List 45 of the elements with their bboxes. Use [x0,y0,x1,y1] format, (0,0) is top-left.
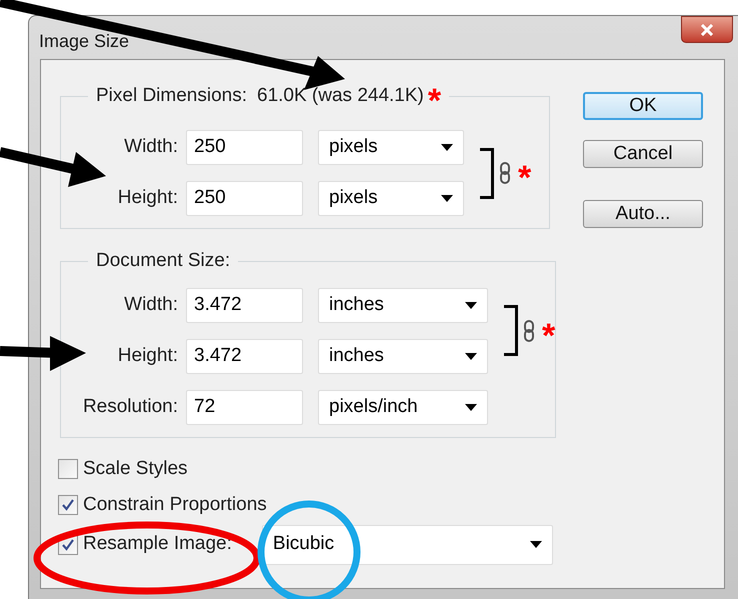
field-label: Width: [123,135,178,160]
close-button[interactable] [681,16,733,43]
link-bracket [480,148,494,198]
check-icon [61,498,75,512]
text-input[interactable]: 72 [186,390,303,424]
window-title: Image Size [39,30,130,53]
chain-link-icon [524,320,534,342]
checkbox-label: Constrain Proportions [83,495,267,514]
checkbox[interactable] [58,494,78,514]
dropdown-arrow-icon [465,352,477,360]
field-label: Height: [116,186,178,210]
dialog-button[interactable]: OK [583,92,703,120]
text-input[interactable]: 250 [186,181,303,216]
dropdown-arrow-icon [465,302,477,308]
unit-dropdown[interactable]: pixels/inch [318,390,488,424]
group-title: Document Size: [96,249,230,273]
dropdown-arrow-icon [441,144,453,151]
text-input[interactable]: 250 [186,130,303,165]
checkbox[interactable] [58,458,78,478]
resample-dropdown[interactable]: Bicubic [262,524,553,564]
chain-link-icon [500,162,510,184]
unit-dropdown[interactable]: pixels [318,130,464,165]
text-input[interactable]: 3.472 [186,338,303,374]
dialog-button[interactable]: Auto... [583,200,703,228]
checkbox-label: Resample Image: [83,532,232,556]
unit-dropdown[interactable]: inches [318,288,488,322]
dropdown-arrow-icon [441,195,453,202]
checkbox-label: Scale Styles [83,459,188,478]
close-icon [700,24,714,36]
pixel-size-value: 61.0K (was 244.1K) [257,84,424,108]
unit-dropdown[interactable]: inches [318,338,488,374]
group-title: Pixel Dimensions: [96,84,247,108]
unit-dropdown[interactable]: pixels [318,181,464,216]
dropdown-arrow-icon [465,404,477,410]
field-label: Resolution: [82,394,178,419]
dropdown-arrow-icon [530,541,542,548]
text-input[interactable]: 3.472 [186,288,303,322]
dialog-button[interactable]: Cancel [583,140,703,168]
annotation-asterisk: * [428,84,442,118]
link-bracket [504,305,518,356]
field-label: Height: [116,344,178,368]
annotation-asterisk: * [518,161,532,195]
field-label: Width: [123,292,178,317]
check-icon [61,538,75,552]
annotation-asterisk: * [542,318,556,352]
